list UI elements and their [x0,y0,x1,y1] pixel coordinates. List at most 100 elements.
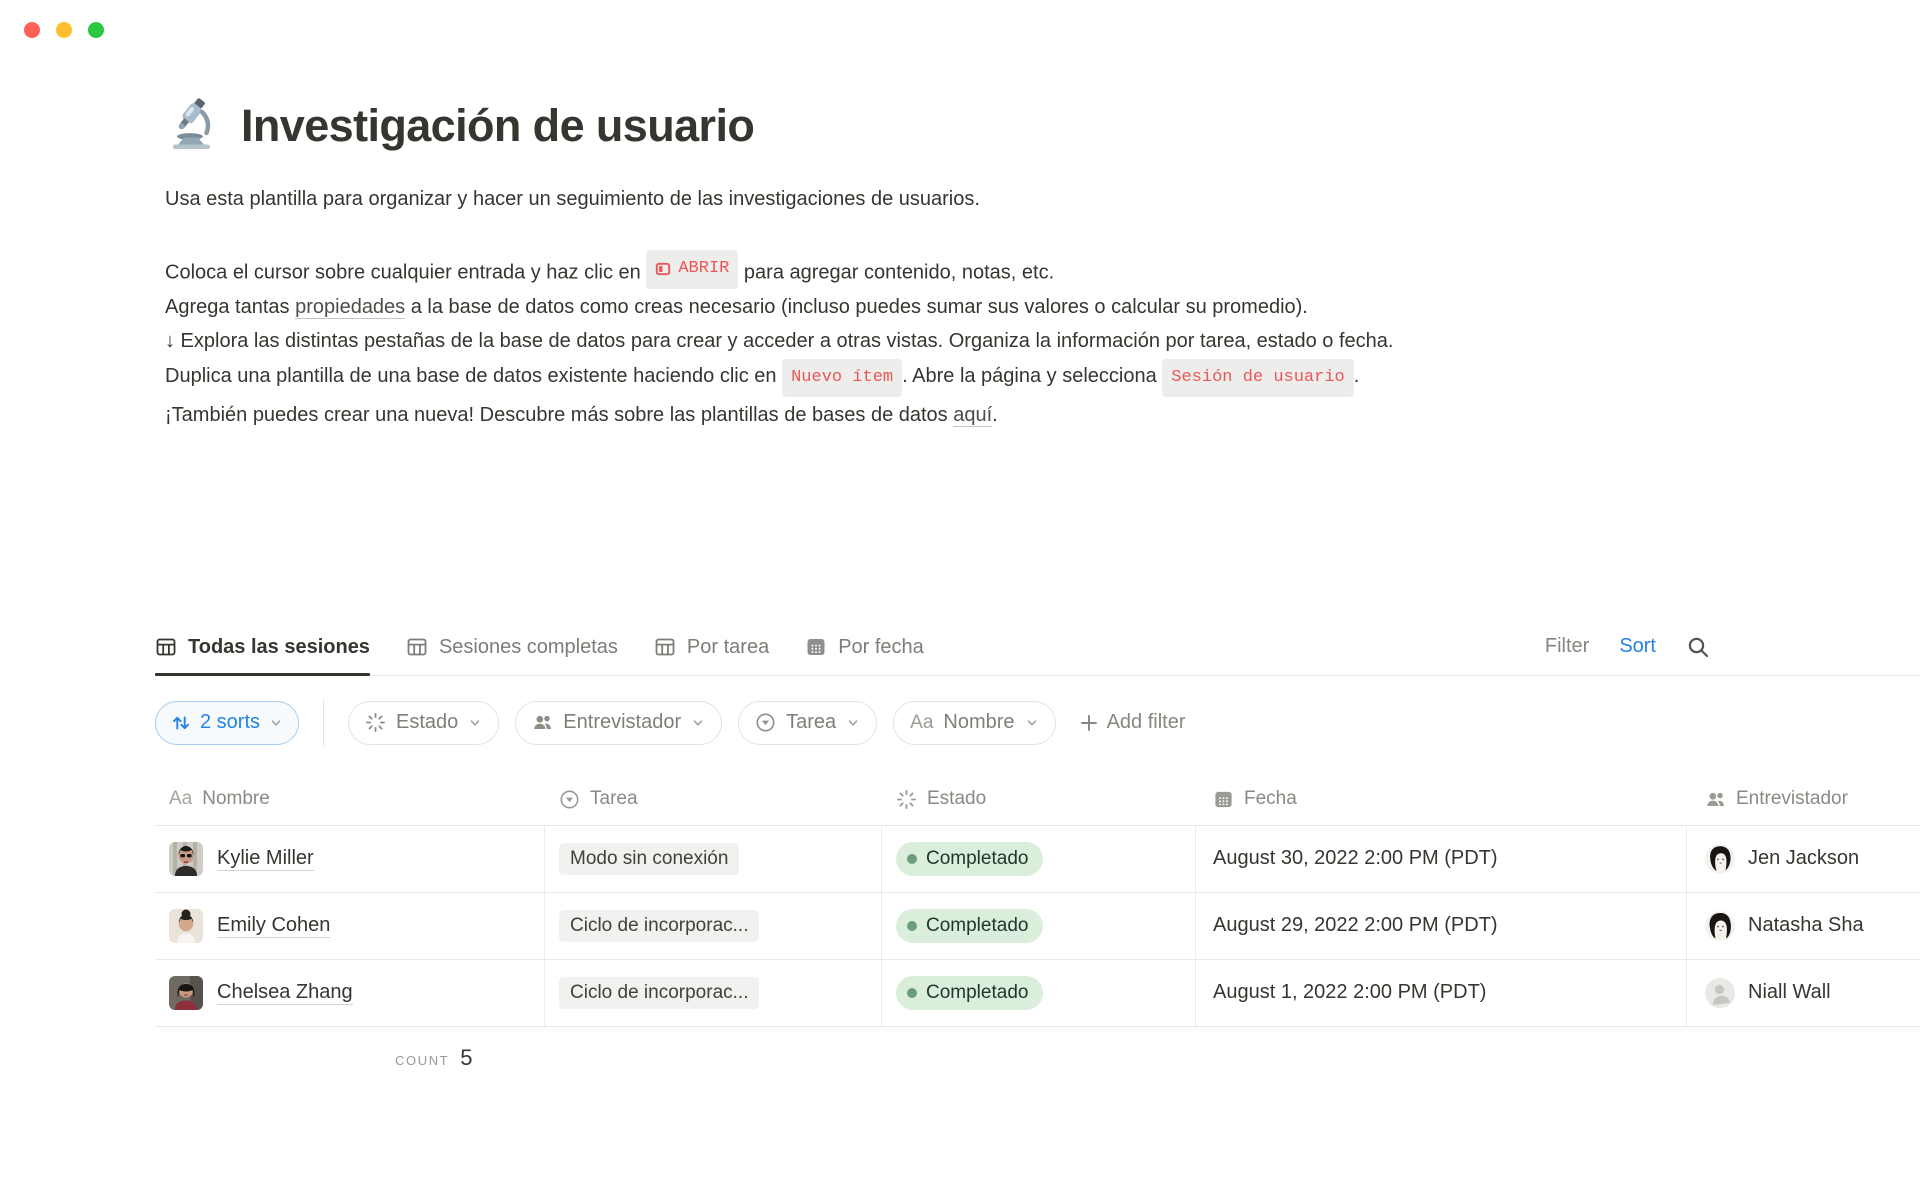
tab-por-tarea[interactable]: Por tarea [654,636,769,675]
zoom-button[interactable] [88,22,104,38]
cell-date[interactable]: August 1, 2022 2:00 PM (PDT) [1196,960,1687,1026]
instruction-line: Duplica una plantilla de una base de dat… [165,359,1410,433]
task-tag: Ciclo de incorporac... [559,910,759,942]
cell-name[interactable]: Kylie Miller [155,826,545,892]
interviewer-chip: Jen Jackson [1705,844,1859,874]
add-filter-button[interactable]: Add filter [1080,711,1186,734]
sorts-pill[interactable]: 2 sorts [155,701,299,745]
filter-pill-tarea[interactable]: Tarea [738,701,877,745]
interviewer-chip: Natasha Sha [1705,911,1864,941]
column-header-tarea[interactable]: Tarea [545,788,882,810]
view-tabs-bar: Todas las sesiones Sesiones completas Po… [155,636,1920,676]
interviewer-chip: Niall Wall [1705,978,1831,1008]
filter-pill-label: Estado [396,711,458,734]
table-row: Emily Cohen Ciclo de incorporac... Compl… [155,893,1920,960]
entry-title-link[interactable]: Kylie Miller [217,847,314,871]
filter-pill-nombre[interactable]: Aa Nombre [893,701,1055,745]
column-header-nombre[interactable]: Aa Nombre [155,788,545,810]
minimize-button[interactable] [56,22,72,38]
count-label: COUNT [395,1053,449,1068]
filter-button[interactable]: Filter [1545,635,1589,658]
cell-task[interactable]: Ciclo de incorporac... [545,893,882,959]
tab-label: Todas las sesiones [188,636,370,659]
instruction-line: Agrega tantas propiedades a la base de d… [165,290,1410,325]
status-badge: Completado [896,976,1043,1010]
date-value: August 29, 2022 2:00 PM (PDT) [1213,914,1498,937]
text-segment: para agregar contenido, notas, etc. [738,261,1054,283]
status-dot [907,988,917,998]
status-label: Completado [926,848,1028,870]
cell-date[interactable]: August 30, 2022 2:00 PM (PDT) [1196,826,1687,892]
cell-task[interactable]: Modo sin conexión [545,826,882,892]
cell-interviewer[interactable]: Niall Wall [1687,960,1920,1026]
date-value: August 1, 2022 2:00 PM (PDT) [1213,981,1486,1004]
tab-label: Por fecha [838,636,924,659]
text-segment: Duplica una plantilla de una base de dat… [165,365,782,387]
microscope-icon [165,96,219,155]
cell-date[interactable]: August 29, 2022 2:00 PM (PDT) [1196,893,1687,959]
column-header-label: Estado [927,788,986,810]
cell-name[interactable]: Chelsea Zhang [155,960,545,1026]
status-spinner-icon [365,712,386,733]
filter-pill-estado[interactable]: Estado [348,701,499,745]
interviewer-name: Jen Jackson [1748,847,1859,870]
tab-sesiones-completas[interactable]: Sesiones completas [406,636,618,675]
count-footer[interactable]: COUNT 5 [155,1045,472,1071]
entry-title-link[interactable]: Chelsea Zhang [217,981,353,1005]
chevron-down-icon [468,716,482,730]
table-icon [654,636,676,658]
avatar-default-person [1705,978,1735,1008]
interviewer-name: Niall Wall [1748,981,1831,1004]
select-icon [559,789,580,810]
status-label: Completado [926,915,1028,937]
tab-label: Por tarea [687,636,769,659]
tab-por-fecha[interactable]: Por fecha [805,636,924,675]
intro-text: Usa esta plantilla para organizar y hace… [165,185,1405,213]
propiedades-link[interactable]: propiedades [295,296,405,319]
instructions: Coloca el cursor sobre cualquier entrada… [165,251,1410,433]
status-badge: Completado [896,909,1043,943]
close-button[interactable] [24,22,40,38]
toolbar-divider [323,700,324,746]
chevron-down-icon [269,716,283,730]
cell-status[interactable]: Completado [882,960,1196,1026]
text-segment: Coloca el cursor sobre cualquier entrada… [165,261,646,283]
sorts-pill-label: 2 sorts [200,711,260,734]
status-dot [907,921,917,931]
column-header-label: Entrevistador [1736,788,1848,810]
sesion-usuario-chip: Sesión de usuario [1162,359,1353,398]
sort-arrows-icon [171,713,191,733]
cell-task[interactable]: Ciclo de incorporac... [545,960,882,1026]
avatar-jen-jackson [1705,844,1735,874]
filter-toolbar: 2 sorts Estado Entrevistador Tarea Aa [155,700,1920,746]
column-header-entrevistador[interactable]: Entrevistador [1687,788,1920,810]
tab-todas-las-sesiones[interactable]: Todas las sesiones [155,636,370,675]
column-header-fecha[interactable]: Fecha [1196,788,1687,810]
page-title: Investigación de usuario [241,100,754,152]
cell-status[interactable]: Completado [882,826,1196,892]
filter-pill-entrevistador[interactable]: Entrevistador [515,701,722,745]
sort-button[interactable]: Sort [1619,635,1656,658]
entry-title-link[interactable]: Emily Cohen [217,914,330,938]
cell-status[interactable]: Completado [882,893,1196,959]
table-header-row: Aa Nombre Tarea Estado Fecha Entre [155,774,1920,826]
nuevo-item-chip: Nuevo ítem [782,359,902,398]
date-value: August 30, 2022 2:00 PM (PDT) [1213,847,1498,870]
page: Investigación de usuario Usa esta planti… [0,0,1920,1071]
open-chip: ABRIR [646,250,738,289]
view-controls: Filter Sort [1545,635,1710,659]
search-button[interactable] [1686,635,1710,659]
select-icon [755,712,776,733]
count-value: 5 [460,1045,472,1071]
cell-name[interactable]: Emily Cohen [155,893,545,959]
sessions-table: Aa Nombre Tarea Estado Fecha Entre [155,774,1920,1071]
column-header-estado[interactable]: Estado [882,788,1196,810]
database-view: Todas las sesiones Sesiones completas Po… [155,636,1920,1071]
plus-icon [1080,714,1098,732]
cell-interviewer[interactable]: Jen Jackson [1687,826,1920,892]
cell-interviewer[interactable]: Natasha Sha [1687,893,1920,959]
table-row: Kylie Miller Modo sin conexión Completad… [155,826,1920,893]
status-spinner-icon [896,789,917,810]
aqui-link[interactable]: aquí [953,404,992,427]
chevron-down-icon [846,716,860,730]
